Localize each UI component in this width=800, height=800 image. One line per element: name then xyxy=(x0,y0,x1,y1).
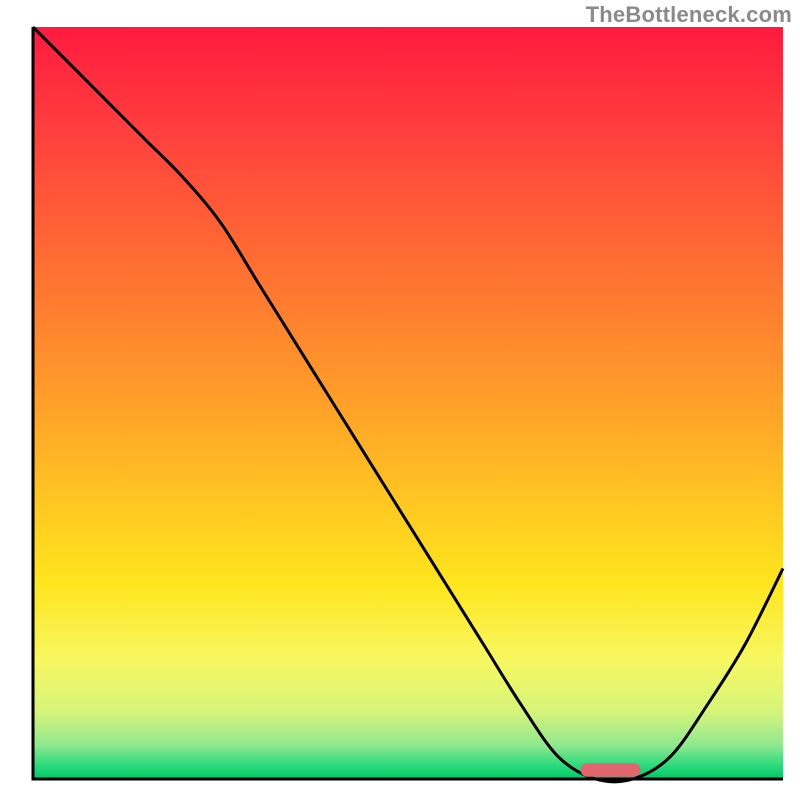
attribution-text: TheBottleneck.com xyxy=(586,2,792,28)
bottleneck-chart xyxy=(0,0,800,800)
chart-stage: TheBottleneck.com xyxy=(0,0,800,800)
optimal-marker xyxy=(581,763,641,777)
